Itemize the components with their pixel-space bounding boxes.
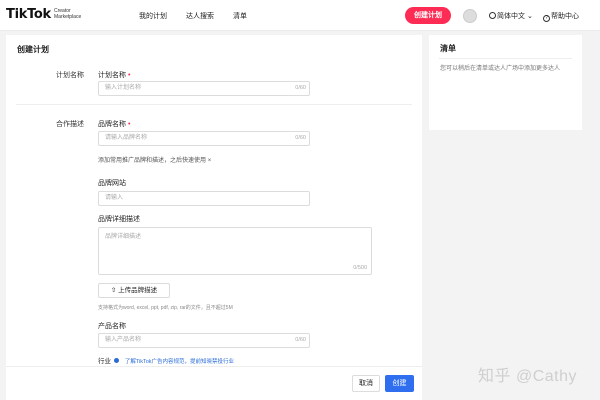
info-icon [114,358,119,363]
globe-icon [489,12,496,19]
cancel-button[interactable]: 取消 [352,375,380,392]
plan-name-label: 计划名称 • [98,72,131,79]
chevron-down-icon: ⌄ [526,13,533,20]
product-name-label: 产品名称 [98,323,126,330]
brand-detail-label: 品牌详细描述 [98,216,140,223]
close-icon[interactable]: × [208,158,212,164]
industry-label: 行业 [98,358,111,365]
list-panel-description: 您可以稍后在清单或达人广场中添加更多达人 [440,66,561,72]
list-panel: 清单 您可以稍后在清单或达人广场中添加更多达人 [429,35,582,130]
help-center-link[interactable]: ? 帮助中心 [543,11,579,22]
product-name-input[interactable]: 输入产品名称 0/60 [98,333,310,348]
list-panel-title: 清单 [440,44,456,53]
logo-text: TikTok [6,7,51,22]
upload-tip: 支持格式为word, excel, ppt, pdf, zip, rar的文件，… [98,305,233,311]
top-header: TikTok Creator Marketplace 我的计划 达人搜索 清单 … [0,0,600,31]
nav-creator-search[interactable]: 达人搜索 [186,11,214,21]
char-counter: 0/500 [353,265,367,271]
char-counter: 0/60 [295,135,306,141]
help-icon: ? [543,15,550,22]
brand-name-input[interactable]: 请输入品牌名称 0/60 [98,131,310,146]
brand-site-input[interactable]: 请输入 [98,191,310,206]
form-title: 创建计划 [17,45,49,54]
brand-name-label: 品牌名称 • [98,121,131,128]
plan-name-input[interactable]: 输入计划名称 0/60 [98,81,310,96]
upload-icon: ⇧ [110,287,117,294]
brand-hint: 添加常用推广品牌和描述，之后快速使用 × [98,158,212,164]
industry-row: 行业 了解TikTok广告内容规范，提前知晓禁投行业 [98,355,234,365]
form-footer: 取消 创建 [6,366,422,400]
avatar[interactable] [463,9,477,23]
brand-detail-textarea[interactable]: 品牌详细描述 0/500 [98,227,372,275]
create-plan-button[interactable]: 创建计划 [405,7,451,24]
language-label: 简体中文 [497,13,525,20]
panel-divider [439,58,572,59]
plan-section-label: 计划名称 [56,72,84,79]
ad-policy-link[interactable]: 了解TikTok广告内容规范，提前知晓禁投行业 [125,359,234,365]
section-divider [16,104,412,105]
char-counter: 0/60 [295,337,306,343]
tiktok-logo[interactable]: TikTok Creator Marketplace [6,7,81,22]
language-switcher[interactable]: 简体中文 ⌄ [489,11,533,21]
brand-site-label: 品牌网站 [98,180,126,187]
help-label: 帮助中心 [551,13,579,20]
create-plan-form: 创建计划 计划名称 计划名称 • 输入计划名称 0/60 合作描述 品牌名称 • 请… [6,35,422,400]
watermark: 知乎 @Cathy [478,368,577,385]
create-button[interactable]: 创建 [385,375,414,392]
nav-list[interactable]: 清单 [233,11,247,21]
char-counter: 0/60 [295,85,306,91]
coop-section-label: 合作描述 [56,121,84,128]
logo-subtext: Creator Marketplace [54,8,82,20]
nav-my-plans[interactable]: 我的计划 [139,11,167,21]
upload-brand-description-button[interactable]: ⇧ 上传品牌描述 [98,283,170,298]
